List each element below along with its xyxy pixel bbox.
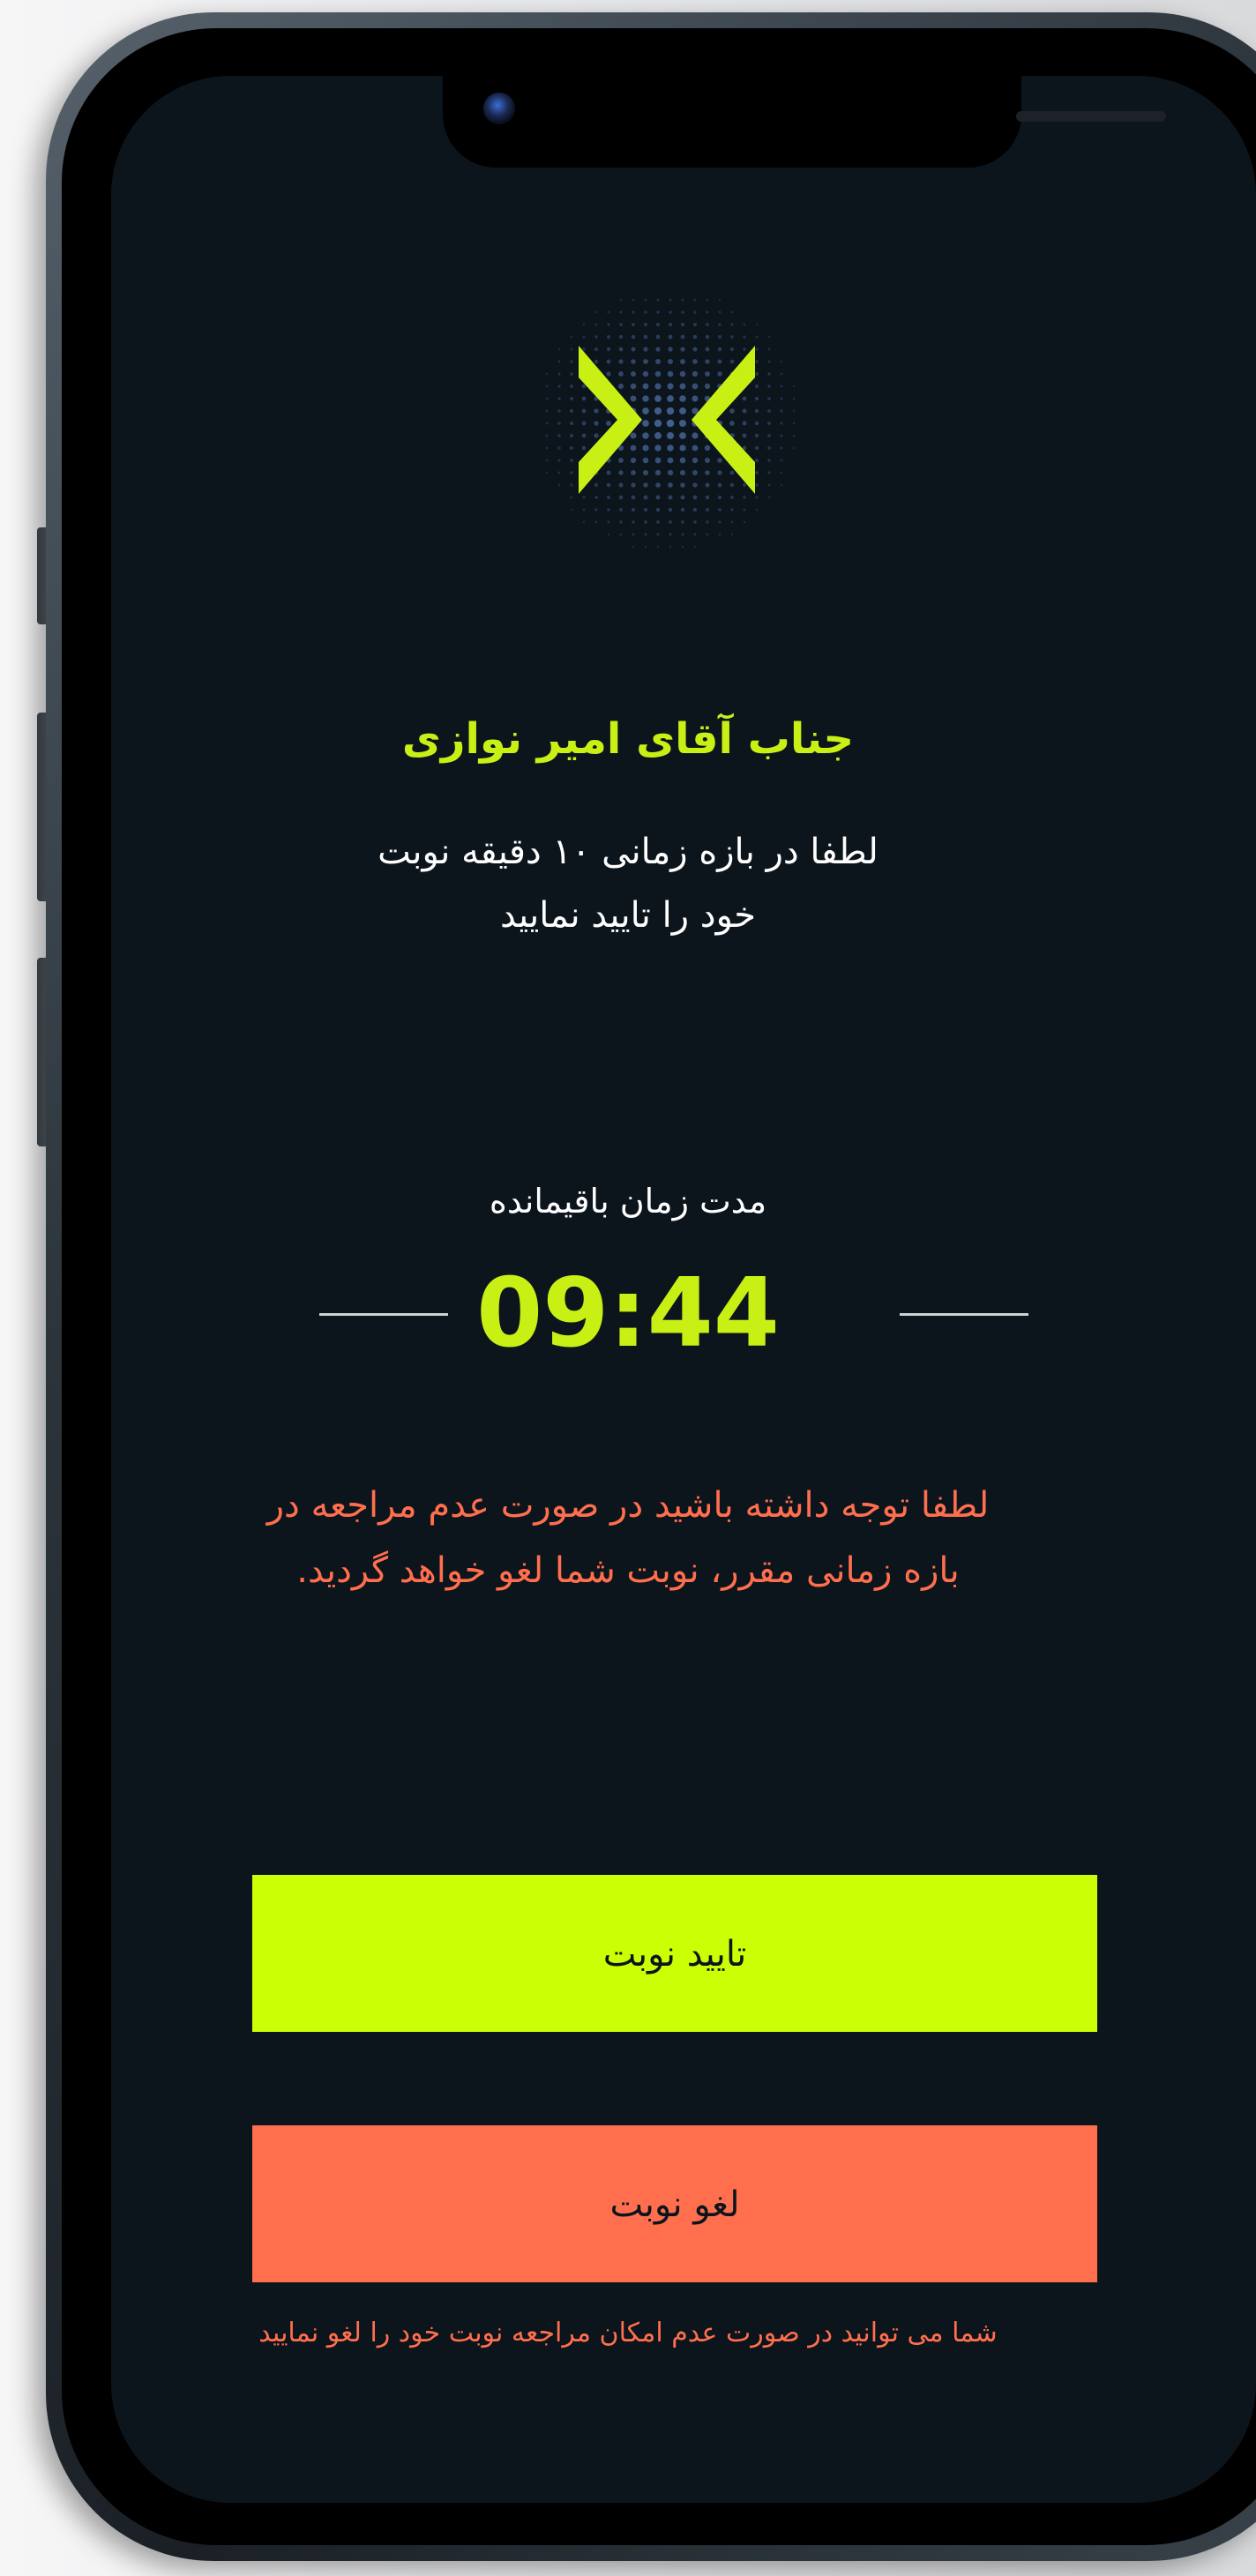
warning-line: لطفا توجه داشته باشید در صورت عدم مراجعه… <box>266 1485 990 1526</box>
cancel-appointment-button[interactable]: لغو نوبت <box>252 2125 1097 2282</box>
instruction-line: خود را تایید نمایید <box>500 895 756 936</box>
warning-line: بازه زمانی مقرر، نوبت شما لغو خواهد گردی… <box>296 1550 960 1591</box>
confirm-appointment-button[interactable]: تایید نوبت <box>252 1875 1097 2032</box>
instruction-text: لطفا در بازه زمانی ۱۰ دقیقه نوبت خود را … <box>0 820 1256 947</box>
remaining-time-label: مدت زمان باقیمانده <box>489 1182 767 1221</box>
countdown-row: 09:44 <box>0 1261 1256 1367</box>
greeting-title: جناب آقای امیر نوازی <box>401 714 855 764</box>
notch <box>443 76 1166 168</box>
earpiece-speaker <box>1016 111 1166 122</box>
x-chevrons-logo-icon <box>545 298 796 549</box>
countdown-timer: 09:44 <box>476 1258 780 1369</box>
divider-right <box>900 1313 1028 1316</box>
front-camera <box>483 93 515 124</box>
warning-text: لطفا توجه داشته باشید در صورت عدم مراجعه… <box>0 1473 1256 1603</box>
cancel-hint-text: شما می توانید در صورت عدم امکان مراجعه ن… <box>258 2318 998 2348</box>
instruction-line: لطفا در بازه زمانی ۱۰ دقیقه نوبت <box>378 832 878 872</box>
